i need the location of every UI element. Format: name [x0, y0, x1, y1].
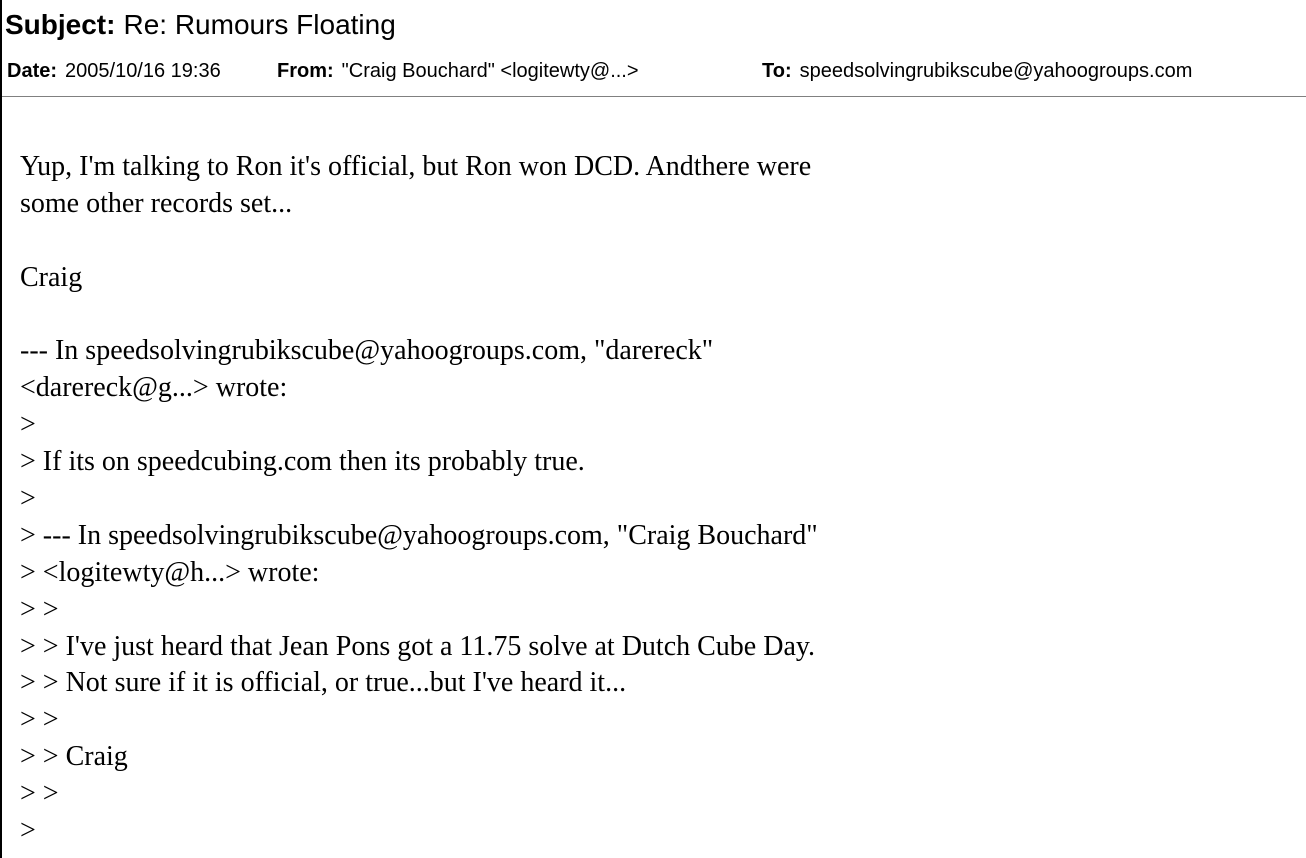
date-label: Date:: [7, 60, 58, 82]
from-value[interactable]: "Craig Bouchard" <logitewty@...>: [342, 60, 639, 82]
message-header: Subject: Re: Rumours Floating Date: 2005/1…: [2, 0, 1306, 97]
message-body[interactable]: Yup, I'm talking to Ron it's official, b…: [20, 149, 1290, 850]
body-line: Yup, I'm talking to Ron it's official, b…: [20, 151, 812, 182]
date-field: Date: 2005/10/16 19:36: [7, 58, 221, 84]
subject-value: Re: Rumours Floating: [123, 9, 396, 40]
to-value[interactable]: speedsolvingrubikscube@yahoogroups.com: [800, 60, 1193, 82]
body-line: > > Not sure if it is official, or true.…: [20, 667, 627, 699]
body-line: > > Craig: [20, 741, 128, 773]
message-viewer: Subject: Re: Rumours Floating Date: 2005/1…: [0, 0, 1306, 858]
subject-label: Subject:: [5, 9, 116, 40]
body-line: <darereck@g...> wrote:: [20, 372, 288, 404]
body-line: > <logitewty@h...> wrote:: [20, 556, 320, 588]
body-line: > If its on speedcubing.com then its pro…: [20, 446, 585, 478]
body-line: >: [20, 409, 36, 441]
to-field: To: speedsolvingrubikscube@yahoogroups.co…: [762, 58, 1192, 84]
body-line: > > I've just heard that Jean Pons got a…: [20, 630, 816, 662]
from-label: From:: [277, 60, 334, 82]
body-line: --- In speedsolvingrubikscube@yahoogroup…: [20, 335, 714, 367]
body-line: [20, 297, 1290, 334]
body-line: > >: [20, 704, 59, 736]
to-label: To:: [762, 60, 792, 82]
body-line: >: [20, 483, 36, 515]
date-value: 2005/10/16 19:36: [65, 60, 221, 82]
from-field: From: "Craig Bouchard" <logitewty@...>: [277, 58, 639, 84]
body-line: > --- In speedsolvingrubikscube@yahoogro…: [20, 519, 818, 551]
meta-row: Date: 2005/10/16 19:36 From: "Craig Boucha…: [2, 58, 1306, 84]
body-line: [20, 223, 1290, 260]
body-line: > >: [20, 593, 59, 625]
body-line: >: [20, 815, 36, 847]
subject-row: Subject: Re: Rumours Floating: [5, 9, 396, 41]
body-line: > >: [20, 778, 59, 810]
body-line: some other records set...: [20, 187, 293, 219]
body-line: Craig: [20, 261, 83, 293]
